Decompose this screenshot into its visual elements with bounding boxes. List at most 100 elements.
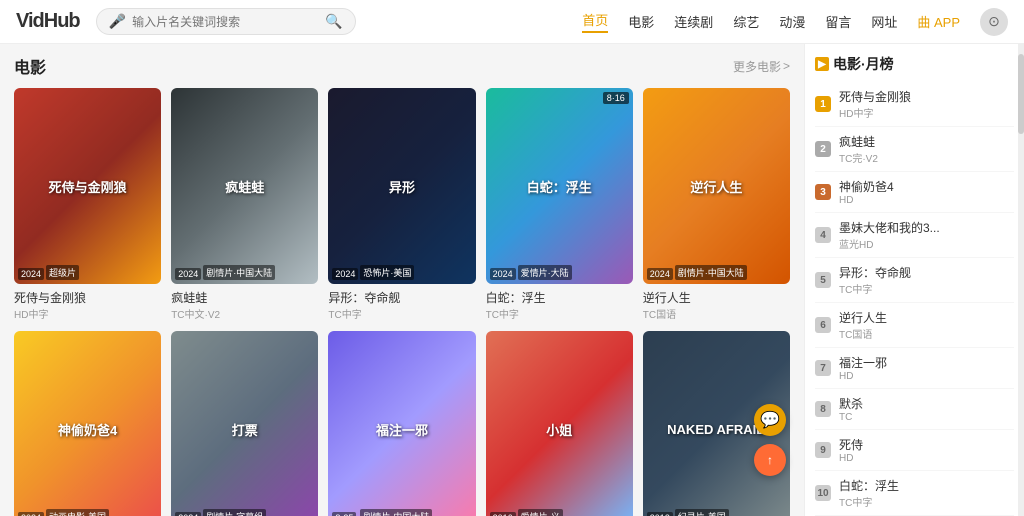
type-badge-6: 动画电影·美国: [46, 509, 109, 516]
type-badge-5: 剧情片·中国大陆: [675, 265, 747, 280]
year-badge-6: 2024: [18, 512, 44, 516]
movie-sub-2: TC中文·V2: [171, 306, 318, 321]
rank-info-7: 福注一邪 HD: [839, 354, 1014, 382]
movie-thumb-8: 福注一邪 8·25 剧情片·中国大陆: [328, 331, 475, 516]
rank-sub-8: TC: [839, 412, 1014, 423]
rank-item-10[interactable]: 10 白蛇：浮生 TC中字: [815, 471, 1014, 516]
main-content: 电影 更多电影 死侍与金刚狼 2024 超级片 死侍与金刚狼 HD中字: [0, 44, 1024, 516]
rank-item-4[interactable]: 4 墨妹大佬和我的3... 蓝光HD: [815, 213, 1014, 258]
logo: VidHub: [16, 10, 80, 33]
rank-num-3: 3: [815, 184, 831, 200]
movie-card-3[interactable]: 异形 2024 恐怖片·美国 异形：夺命舰 TC中字: [328, 88, 475, 321]
rank-info-4: 墨妹大佬和我的3... 蓝光HD: [839, 219, 1014, 251]
type-badge-10: 纪录片·美国: [675, 509, 729, 516]
main-nav: 首页 电影 连续剧 综艺 动漫 留言 网址 曲 APP ⊙: [582, 8, 1008, 36]
date-badge-4: 8·16: [603, 92, 629, 104]
movie-sub-5: TC国语: [643, 306, 790, 321]
rank-item-3[interactable]: 3 神偷奶爸4 HD: [815, 172, 1014, 213]
logo-text: VidHub: [16, 10, 80, 32]
scrollbar-thumb[interactable]: [1018, 54, 1024, 134]
rank-item-1[interactable]: 1 死侍与金刚狼 HD中字: [815, 82, 1014, 127]
movie-card-5[interactable]: 逆行人生 2024 剧情片·中国大陆 逆行人生 TC国语: [643, 88, 790, 321]
year-badge-5: 2024: [647, 268, 673, 280]
rank-section-label: 电影·月榜: [833, 54, 894, 74]
movie-card-2[interactable]: 疯蛙蛙 2024 剧情片·中国大陆 疯蛙蛙 TC中文·V2: [171, 88, 318, 321]
rank-info-9: 死侍 HD: [839, 436, 1014, 464]
rank-title-9: 死侍: [839, 436, 1014, 453]
rank-title-4: 墨妹大佬和我的3...: [839, 219, 1014, 236]
movie-title-4: 白蛇：浮生: [486, 289, 633, 306]
nav-app[interactable]: 曲 APP: [917, 12, 960, 31]
movie-card-9[interactable]: 小姐 2016 爱情片·义 小姐 蓝光HD: [486, 331, 633, 516]
movie-card-4[interactable]: 白蛇：浮生 8·16 2024 爱情片·大陆 白蛇：浮生 TC中字: [486, 88, 633, 321]
rank-title-7: 福注一邪: [839, 354, 1014, 371]
rank-dot: ▶: [815, 57, 829, 71]
rank-sub-5: TC中字: [839, 281, 1014, 296]
rank-num-1: 1: [815, 96, 831, 112]
rank-num-4: 4: [815, 227, 831, 243]
header: VidHub 🎤 🔍 首页 电影 连续剧 综艺 动漫 留言 网址 曲 APP ⊙: [0, 0, 1024, 44]
rank-info-2: 疯蛙蛙 TC完·V2: [839, 133, 1014, 165]
nav-anime[interactable]: 动漫: [779, 12, 805, 31]
rank-sub-6: TC国语: [839, 326, 1014, 341]
rank-item-9[interactable]: 9 死侍 HD: [815, 430, 1014, 471]
type-badge-1: 超级片: [46, 265, 79, 280]
nav-website[interactable]: 网址: [871, 12, 897, 31]
nav-home[interactable]: 首页: [582, 10, 608, 33]
search-input[interactable]: [132, 15, 321, 29]
movies-grid: 死侍与金刚狼 2024 超级片 死侍与金刚狼 HD中字 疯蛙蛙 2024 剧情片…: [14, 88, 790, 516]
rank-item-7[interactable]: 7 福注一邪 HD: [815, 348, 1014, 389]
rank-num-10: 10: [815, 485, 831, 501]
more-movies-link[interactable]: 更多电影: [733, 58, 790, 75]
search-bar: 🎤 🔍: [96, 8, 356, 35]
search-button[interactable]: 🔍: [325, 13, 342, 30]
movie-thumb-4: 白蛇：浮生 8·16 2024 爱情片·大陆: [486, 88, 633, 284]
movie-sub-1: HD中字: [14, 306, 161, 321]
rank-title-6: 逆行人生: [839, 309, 1014, 326]
year-badge-4: 2024: [490, 268, 516, 280]
voice-icon[interactable]: 🎤: [109, 13, 126, 30]
movie-card-7[interactable]: 打票 2024 剧情片·字幕组 打票 HD国语: [171, 331, 318, 516]
movie-thumb-7: 打票 2024 剧情片·字幕组: [171, 331, 318, 516]
rank-item-2[interactable]: 2 疯蛙蛙 TC完·V2: [815, 127, 1014, 172]
year-badge-1: 2024: [18, 268, 44, 280]
rank-title-3: 神偷奶爸4: [839, 178, 1014, 195]
movie-card-1[interactable]: 死侍与金刚狼 2024 超级片 死侍与金刚狼 HD中字: [14, 88, 161, 321]
rank-title-5: 异形：夺命舰: [839, 264, 1014, 281]
rank-item-8[interactable]: 8 默杀 TC: [815, 389, 1014, 430]
rank-title-1: 死侍与金刚狼: [839, 88, 1014, 105]
nav-series[interactable]: 连续剧: [674, 12, 713, 31]
scroll-top-icon: ↑: [767, 453, 773, 467]
movie-title-1: 死侍与金刚狼: [14, 289, 161, 306]
year-badge-2: 2024: [175, 268, 201, 280]
movie-title-3: 异形：夺命舰: [328, 289, 475, 306]
nav-variety[interactable]: 综艺: [733, 12, 759, 31]
sidebar: ▶ 电影·月榜 1 死侍与金刚狼 HD中字 2 疯蛙蛙 TC完·V2 3: [804, 44, 1024, 516]
rank-item-6[interactable]: 6 逆行人生 TC国语: [815, 303, 1014, 348]
user-avatar[interactable]: ⊙: [980, 8, 1008, 36]
nav-movies[interactable]: 电影: [628, 12, 654, 31]
rank-title-10: 白蛇：浮生: [839, 477, 1014, 494]
movies-section: 电影 更多电影 死侍与金刚狼 2024 超级片 死侍与金刚狼 HD中字: [14, 54, 790, 516]
rank-sub-3: HD: [839, 195, 1014, 206]
rank-info-3: 神偷奶爸4 HD: [839, 178, 1014, 206]
year-badge-10: 2013: [647, 512, 673, 516]
rank-title-2: 疯蛙蛙: [839, 133, 1014, 150]
scroll-top-button[interactable]: ↑: [754, 444, 786, 476]
movie-thumb-9: 小姐 2016 爱情片·义: [486, 331, 633, 516]
movies-title: 电影: [14, 54, 46, 78]
rank-num-7: 7: [815, 360, 831, 376]
movie-sub-3: TC中字: [328, 306, 475, 321]
movie-card-6[interactable]: 神偷奶爸4 2024 动画电影·美国 神偷奶爸4 HD: [14, 331, 161, 516]
movie-thumb-3: 异形 2024 恐怖片·美国: [328, 88, 475, 284]
nav-comments[interactable]: 留言: [825, 12, 851, 31]
rank-sub-1: HD中字: [839, 105, 1014, 120]
scrollbar-track: [1018, 44, 1024, 516]
rank-item-5[interactable]: 5 异形：夺命舰 TC中字: [815, 258, 1014, 303]
rank-num-5: 5: [815, 272, 831, 288]
year-badge-9: 2016: [490, 512, 516, 516]
movie-thumb-6: 神偷奶爸4 2024 动画电影·美国: [14, 331, 161, 516]
feedback-float-button[interactable]: 💬: [754, 404, 786, 436]
rank-num-6: 6: [815, 317, 831, 333]
movie-card-8[interactable]: 福注一邪 8·25 剧情片·中国大陆 福注一邪 HD: [328, 331, 475, 516]
